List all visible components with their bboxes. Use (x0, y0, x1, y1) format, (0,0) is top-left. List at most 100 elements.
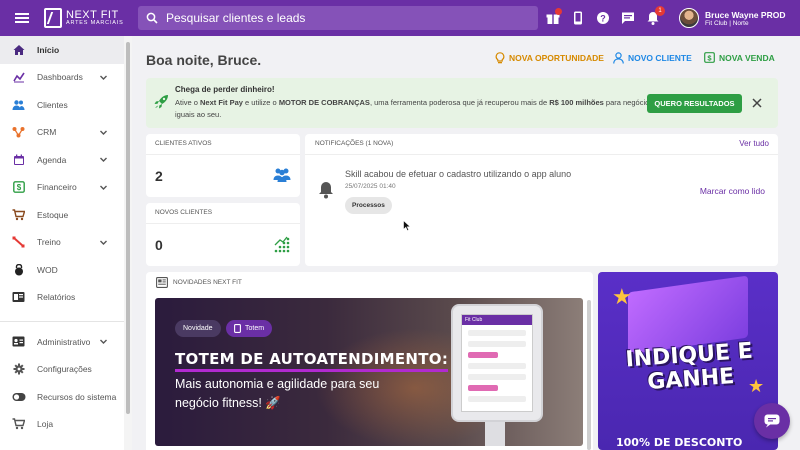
home-icon (0, 44, 37, 56)
top-bar: NEXT FIT ARTES MARCIAIS ? 1 Bruce Wa (0, 0, 800, 36)
sidebar-item-configuracoes[interactable]: Configurações (0, 356, 124, 384)
notification-message[interactable]: Skill acabou de efetuar o cadastro utili… (345, 169, 571, 179)
chevron-down-icon (100, 185, 107, 190)
new-opportunity-button[interactable]: NOVA OPORTUNIDADE (495, 52, 604, 64)
banner-text: Ative o Next Fit Pay e utilize o MOTOR D… (175, 98, 654, 119)
sidebar-item-label: Configurações (37, 364, 92, 375)
lightbulb-icon (495, 52, 505, 64)
close-icon[interactable] (752, 98, 762, 108)
user-menu[interactable]: Bruce Wayne PROD Fit Club | Norte (679, 0, 785, 36)
sidebar-item-treino[interactable]: Treino (0, 229, 124, 257)
svg-text:$: $ (707, 53, 712, 62)
search-box[interactable] (138, 6, 538, 30)
sidebar-item-label: Clientes (37, 99, 68, 110)
menu-icon[interactable] (0, 0, 44, 36)
star-icon: ★ (612, 284, 632, 309)
bell-icon[interactable]: 1 (640, 0, 665, 36)
svg-text:?: ? (600, 13, 606, 23)
sidebar-item-administrativo[interactable]: Administrativo (0, 328, 124, 356)
quero-resultados-button[interactable]: QUERO RESULTADOS (647, 94, 742, 113)
notifications-label: NOTIFICAÇÕES (1 NOVA) (315, 140, 394, 147)
sidebar-item-label: Início (37, 44, 60, 55)
chevron-down-icon (100, 75, 107, 80)
search-input[interactable] (166, 11, 506, 25)
user-icon (613, 52, 624, 64)
mouse-cursor (403, 220, 411, 231)
gift-icon[interactable] (540, 0, 565, 36)
active-clients-label: CLIENTES ATIVOS (155, 140, 212, 147)
active-clients-value: 2 (155, 168, 163, 184)
referral-title: INDIQUE E GANHE (624, 338, 754, 395)
sidebar-item-financeiro[interactable]: $ Financeiro (0, 174, 124, 202)
sidebar-divider (0, 321, 124, 322)
promo-banner: Chega de perder dinheiro! Ative o Next F… (146, 78, 778, 128)
news-label: NOVIDADES NEXT FIT (173, 279, 242, 286)
new-client-button[interactable]: NOVO CLIENTE (613, 52, 692, 64)
mark-read-link[interactable]: Marcar como lido (700, 186, 765, 196)
svg-text:$: $ (16, 183, 21, 192)
sidebar-item-loja[interactable]: Loja (0, 411, 124, 439)
sidebar-item-recursos[interactable]: Recursos do sistema (0, 383, 124, 411)
new-clients-label: NOVOS CLIENTES (155, 209, 213, 216)
users-icon (0, 99, 37, 111)
sidebar-item-label: Treino (37, 237, 61, 248)
toggle-icon (0, 392, 37, 402)
sidebar-item-label: Financeiro (37, 182, 77, 193)
chat-icon[interactable] (615, 0, 640, 36)
sidebar-item-label: Administrativo (37, 336, 91, 347)
training-icon (0, 236, 37, 248)
store-icon (0, 418, 37, 430)
sidebar-item-label: Loja (37, 419, 54, 430)
dollar-icon: $ (704, 52, 715, 63)
newspaper-icon (156, 277, 168, 288)
report-icon (0, 291, 37, 303)
new-sale-button[interactable]: $ NOVA VENDA (704, 52, 775, 63)
totem-promo-banner[interactable]: Novidade Totem TOTEM DE AUTOATENDIMENTO:… (155, 298, 583, 446)
cart-icon (0, 209, 37, 221)
see-all-link[interactable]: Ver tudo (739, 139, 769, 148)
tablet-icon (234, 324, 241, 333)
search-icon (138, 12, 166, 24)
tag-novidade: Novidade (175, 320, 221, 337)
help-icon[interactable]: ? (590, 0, 615, 36)
support-chat-button[interactable] (754, 403, 790, 439)
chat-icon (764, 414, 780, 428)
tag-totem: Totem (226, 320, 273, 337)
sidebar-item-estoque[interactable]: Estoque (0, 201, 124, 229)
phone-icon[interactable] (565, 0, 590, 36)
sidebar-item-clientes[interactable]: Clientes (0, 91, 124, 119)
new-clients-card[interactable]: NOVOS CLIENTES 0 (146, 203, 300, 266)
calendar-icon (0, 154, 37, 166)
notifications-badge: 1 (655, 6, 665, 16)
chevron-down-icon (100, 240, 107, 245)
sidebar-item-crm[interactable]: CRM (0, 119, 124, 147)
sidebar-scrollbar[interactable] (124, 36, 132, 450)
sidebar-item-wod[interactable]: WOD (0, 256, 124, 284)
sidebar-item-agenda[interactable]: Agenda (0, 146, 124, 174)
sidebar-scroll-thumb[interactable] (126, 42, 130, 414)
sidebar-item-label: Estoque (37, 209, 69, 220)
gear-icon (0, 363, 37, 375)
referral-banner[interactable]: ★ ★ INDIQUE E GANHE 100% DE DESCONTO (598, 272, 778, 450)
logo-mark (44, 8, 62, 28)
sidebar-item-label: WOD (37, 264, 58, 275)
sidebar-item-relatorios[interactable]: Relatórios (0, 284, 124, 312)
user-name: Bruce Wayne PROD (705, 9, 786, 20)
sidebar-item-inicio[interactable]: Início (0, 36, 124, 64)
sidebar-item-dashboards[interactable]: Dashboards (0, 64, 124, 92)
sidebar-item-label: Recursos do sistema (37, 391, 117, 402)
active-clients-card[interactable]: CLIENTES ATIVOS 2 (146, 134, 300, 197)
sidebar: Início Dashboards Clientes CRM Agenda $ … (0, 36, 124, 450)
notifications-card: NOTIFICAÇÕES (1 NOVA) Ver tudo Skill aca… (305, 134, 778, 266)
chart-line-icon (0, 71, 37, 83)
id-card-icon (0, 336, 37, 347)
news-card: NOVIDADES NEXT FIT Novidade Totem TOTEM … (146, 272, 593, 450)
kiosk-header: Fit Club (462, 315, 532, 325)
sidebar-item-label: Dashboards (37, 72, 83, 83)
kettlebell-icon (0, 263, 37, 276)
chevron-down-icon (100, 157, 107, 162)
news-scrollbar[interactable] (587, 300, 591, 450)
kiosk-image: Fit Club (451, 304, 543, 422)
logo[interactable]: NEXT FIT ARTES MARCIAIS (44, 0, 138, 36)
promo-title: TOTEM DE AUTOATENDIMENTO: (175, 350, 449, 372)
